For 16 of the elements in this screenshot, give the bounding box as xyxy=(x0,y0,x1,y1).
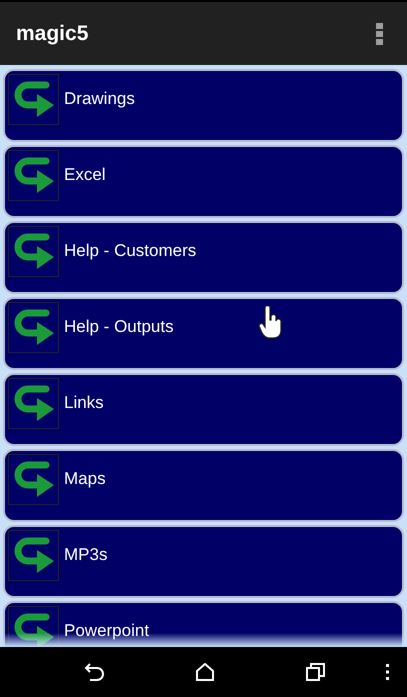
list-item[interactable]: Excel xyxy=(3,145,404,218)
list-item[interactable]: Help - Customers xyxy=(3,221,404,294)
recent-apps-icon[interactable] xyxy=(306,663,325,681)
list-item[interactable]: Links xyxy=(3,373,404,446)
app-title: magic5 xyxy=(16,22,88,46)
list-item[interactable]: Help - Outputs xyxy=(3,297,404,370)
curved-arrow-icon xyxy=(8,606,59,647)
hand-cursor-icon xyxy=(258,306,284,340)
list-item[interactable]: Powerpoint xyxy=(3,601,404,647)
list-item[interactable]: Maps xyxy=(3,449,404,522)
overflow-menu-icon[interactable] xyxy=(386,664,389,680)
home-icon[interactable] xyxy=(196,663,214,681)
back-icon[interactable] xyxy=(84,663,104,681)
list-item[interactable]: Drawings xyxy=(3,69,404,142)
overflow-menu-icon[interactable] xyxy=(376,22,384,44)
list-item[interactable]: MP3s xyxy=(3,525,404,598)
